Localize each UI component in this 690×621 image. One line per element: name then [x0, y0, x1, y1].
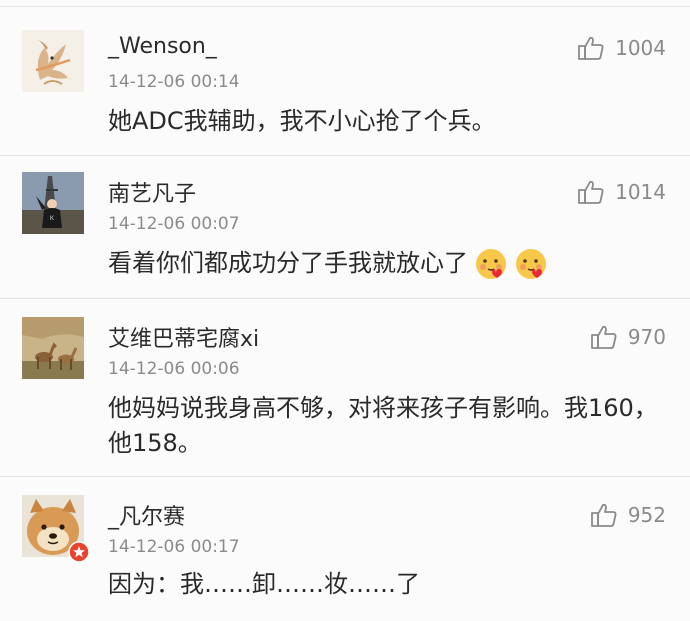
verified-badge-icon [68, 541, 90, 563]
thumbs-up-icon [577, 34, 605, 62]
comment-text: 因为：我……卸……妆……了 [108, 570, 420, 598]
like-count: 1014 [615, 180, 666, 204]
comment-text-content: 看着你们都成功分了手我就放心了 [108, 249, 468, 277]
comment-item: _凡尔赛 14-12-06 00:17 因为：我……卸……妆……了 952 [0, 477, 690, 621]
username[interactable]: 南艺凡子 [108, 176, 196, 208]
avatar[interactable] [22, 495, 90, 563]
comment-item: 艾维巴蒂宅腐xi 14-12-06 00:06 他妈妈说我身高不够，对将来孩子有… [0, 299, 690, 476]
comment-item: K 南艺凡子 14-12-06 00:07 看着你们都成功分了手我就放心了 10… [0, 156, 690, 298]
comment-list: _Wenson_ 14-12-06 00:14 她ADC我辅助，我不小心抢了个兵… [0, 0, 690, 621]
avatar[interactable] [22, 30, 84, 92]
username[interactable]: _Wenson_ [108, 34, 217, 59]
timestamp: 14-12-06 00:17 [108, 537, 240, 557]
username[interactable]: _凡尔赛 [108, 499, 185, 531]
svg-text:K: K [50, 216, 54, 222]
avatar[interactable] [22, 317, 84, 379]
timestamp: 14-12-06 00:07 [108, 214, 240, 234]
timestamp: 14-12-06 00:06 [108, 359, 240, 379]
thumbs-up-icon [590, 323, 618, 351]
comment-item: _Wenson_ 14-12-06 00:14 她ADC我辅助，我不小心抢了个兵… [0, 0, 690, 155]
avatar[interactable]: K [22, 172, 84, 234]
like-button[interactable]: 952 [590, 501, 666, 529]
like-count: 1004 [615, 36, 666, 60]
username[interactable]: 艾维巴蒂宅腐xi [108, 321, 259, 353]
like-button[interactable]: 1004 [577, 34, 666, 62]
timestamp: 14-12-06 00:14 [108, 72, 240, 92]
kiss-emoji [474, 247, 508, 281]
kiss-emoji [514, 247, 548, 281]
thumbs-up-icon [590, 501, 618, 529]
comment-text: 看着你们都成功分了手我就放心了 [108, 246, 668, 281]
comment-text: 他妈妈说我身高不够，对将来孩子有影响。我160，他158。 [108, 394, 658, 457]
comment-text: 她ADC我辅助，我不小心抢了个兵。 [108, 107, 496, 135]
thumbs-up-icon [577, 178, 605, 206]
like-count: 970 [627, 325, 666, 349]
like-button[interactable]: 970 [590, 323, 666, 351]
like-count: 952 [627, 503, 666, 527]
like-button[interactable]: 1014 [577, 178, 666, 206]
